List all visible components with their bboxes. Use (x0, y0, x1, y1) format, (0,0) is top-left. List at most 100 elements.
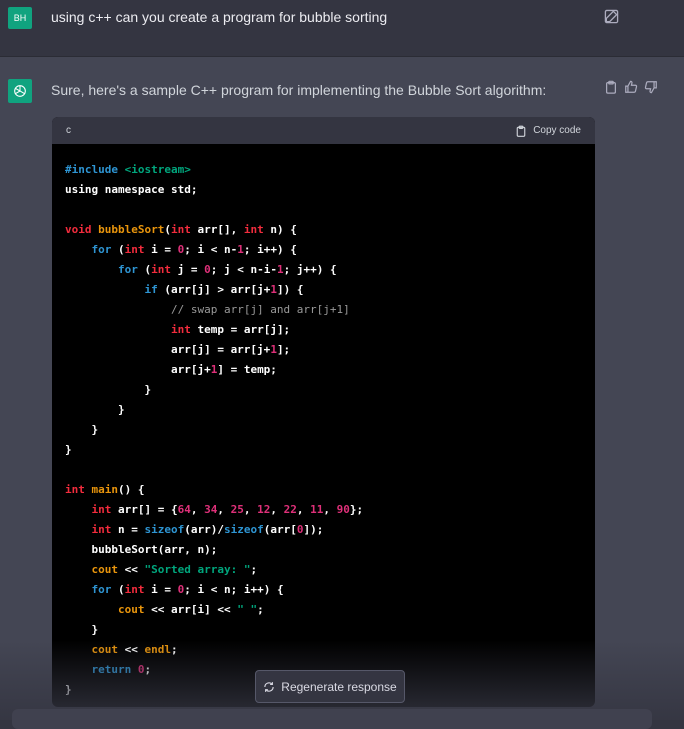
code-token: 1 (270, 283, 277, 296)
code-token: ] = temp; (217, 363, 277, 376)
code-token: , (217, 503, 231, 516)
code-token: j = (177, 263, 205, 276)
refresh-icon (264, 681, 274, 692)
code-token: n = (118, 523, 145, 536)
code-line: int n = sizeof(arr)/sizeof(arr[0]); (65, 520, 582, 540)
edit-icon[interactable] (604, 9, 619, 24)
code-token: int (170, 223, 198, 236)
code-token: 34 (204, 503, 218, 516)
regenerate-response-button[interactable]: Regenerate response (255, 670, 405, 703)
code-token: int (91, 503, 118, 516)
code-token: } (65, 403, 125, 416)
code-token: ; (250, 563, 258, 576)
code-token: , (296, 503, 311, 516)
code-token: , (270, 503, 284, 516)
code-token: << arr[i] << (144, 603, 238, 616)
code-line: for (int i = 0; i < n; i++) { (65, 580, 582, 600)
code-token: int (151, 263, 178, 276)
code-line: cout << endl; (65, 640, 582, 660)
user-message-text: using c++ can you create a program for b… (51, 9, 388, 25)
code-token: ]) { (276, 283, 304, 296)
code-token: cout (91, 563, 119, 576)
code-token: ]); (303, 523, 324, 536)
code-token: , (190, 503, 205, 516)
code-token: 90 (336, 503, 350, 516)
code-language-label: c (66, 125, 71, 136)
code-token: 12 (257, 503, 271, 516)
code-token: ; i < n- (184, 243, 238, 256)
code-line: void bubbleSort(int arr[], int n) { (65, 220, 582, 240)
code-token: } (65, 683, 72, 696)
code-line: int arr[] = {64, 34, 25, 12, 22, 11, 90}… (65, 500, 582, 520)
copy-code-label: Copy code (533, 125, 581, 136)
copy-code-button[interactable]: Copy code (515, 125, 581, 137)
code-token: 1 (270, 343, 277, 356)
code-line: for (int j = 0; j < n-i-1; j++) { (65, 260, 582, 280)
code-token: ; (190, 183, 198, 196)
code-token: ; i < n; i++) { (184, 583, 284, 596)
code-token: using namespace (65, 183, 171, 196)
code-token: ( (164, 223, 171, 236)
code-token: 11 (310, 503, 324, 516)
code-token: std (170, 183, 191, 196)
code-line: for (int i = 0; i < n-1; i++) { (65, 240, 582, 260)
code-token: ]; (276, 343, 291, 356)
code-token: i = (151, 583, 178, 596)
code-token: int (65, 483, 92, 496)
code-token: << (118, 643, 145, 656)
code-token: } (65, 383, 152, 396)
code-token: <iostream> (124, 163, 191, 176)
code-token: ; (171, 643, 178, 656)
code-line: #include <iostream> (65, 160, 582, 180)
code-line: } (65, 620, 582, 640)
code-token: temp = arr[j]; (197, 323, 291, 336)
code-token: main (91, 483, 119, 496)
code-line: } (65, 400, 582, 420)
code-line: } (65, 380, 582, 400)
code-token: arr[] = { (118, 503, 178, 516)
code-token: 0 (204, 263, 211, 276)
code-token: } (65, 423, 99, 436)
code-token: arr[], (197, 223, 244, 236)
code-block: c Copy code #include <iostream> using nam… (52, 117, 595, 707)
user-avatar: BH (8, 7, 32, 29)
code-line: arr[j+1] = temp; (65, 360, 582, 380)
code-content: #include <iostream> using namespace std ; … (52, 144, 595, 700)
assistant-message-text: Sure, here's a sample C++ program for im… (51, 82, 547, 98)
thumbs-down-icon[interactable] (644, 80, 658, 94)
code-token: sizeof (224, 523, 264, 536)
code-token: return (91, 663, 138, 676)
code-token: arr[j+ (65, 363, 211, 376)
code-line: } (65, 420, 582, 440)
code-token: << (118, 563, 145, 576)
code-token: int (170, 323, 198, 336)
code-token: 1 (237, 243, 244, 256)
clipboard-icon[interactable] (604, 80, 618, 94)
code-token: 0 (296, 523, 304, 536)
code-line: int main() { (65, 480, 582, 500)
code-token: , (323, 503, 337, 516)
code-token: #include (65, 163, 125, 176)
code-token: // swap arr[j] and arr[j+1] (170, 303, 350, 316)
code-token: ; j++) { (283, 263, 337, 276)
code-token: int (91, 523, 118, 536)
thumbs-up-icon[interactable] (624, 80, 638, 94)
message-input[interactable] (12, 709, 652, 729)
code-token: "Sorted array: " (144, 563, 251, 576)
code-token: bubbleSort (98, 223, 165, 236)
clipboard-icon (516, 125, 526, 137)
code-token: " " (237, 603, 258, 616)
code-token: (arr)/ (184, 523, 224, 536)
openai-logo-icon (14, 85, 26, 97)
user-message-row: BH using c++ can you create a program fo… (0, 0, 684, 57)
